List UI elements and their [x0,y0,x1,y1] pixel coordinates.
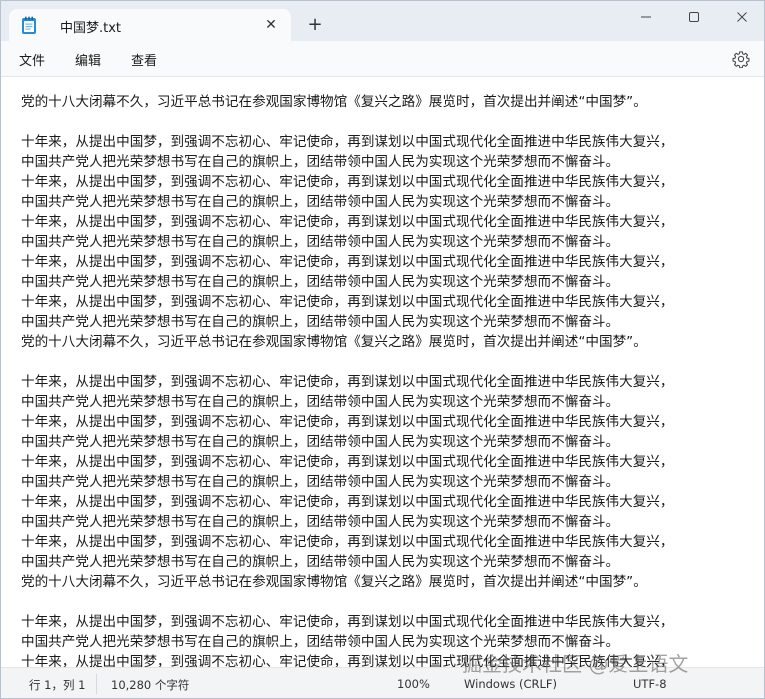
text-line: 十年来，从提出中国梦，到强调不忘初心、牢记使命，再到谋划以中国式现代化全面推进中… [21,174,674,190]
close-icon [737,12,747,22]
notepad-window: 中国梦.txt ✕ + 文件 编辑 查看 党的十八大闭幕不久，习近平总书记在参观… [0,0,765,699]
text-line: 十年来，从提出中国梦，到强调不忘初心、牢记使命，再到谋划以中国式现代化全面推进中… [21,614,674,630]
text-line: 中国共产党人把光荣梦想书写在自己的旗帜上，团结带领中国人民为实现这个光荣梦想而不… [21,314,620,330]
status-divider [96,674,97,694]
text-line: 中国共产党人把光荣梦想书写在自己的旗帜上，团结带领中国人民为实现这个光荣梦想而不… [21,474,620,490]
text-line: 十年来，从提出中国梦，到强调不忘初心、牢记使命，再到谋划以中国式现代化全面推进中… [21,654,674,667]
document-text: 党的十八大闭幕不久，习近平总书记在参观国家博物馆《复兴之路》展览时，首次提出并阐… [21,92,756,667]
text-line: 十年来，从提出中国梦，到强调不忘初心、牢记使命，再到谋划以中国式现代化全面推进中… [21,414,674,430]
text-line: 中国共产党人把光荣梦想书写在自己的旗帜上，团结带领中国人民为实现这个光荣梦想而不… [21,634,620,650]
text-line: 党的十八大闭幕不久，习近平总书记在参观国家博物馆《复兴之路》展览时，首次提出并阐… [21,94,647,110]
text-line: 党的十八大闭幕不久，习近平总书记在参观国家博物馆《复兴之路》展览时，首次提出并阐… [21,334,647,350]
text-line [21,112,756,132]
text-line: 十年来，从提出中国梦，到强调不忘初心、牢记使命，再到谋划以中国式现代化全面推进中… [21,134,674,150]
text-line [21,352,756,372]
notepad-icon [21,16,37,35]
close-window-button[interactable] [719,1,764,33]
text-line: 中国共产党人把光荣梦想书写在自己的旗帜上，团结带领中国人民为实现这个光荣梦想而不… [21,434,620,450]
text-line: 中国共产党人把光荣梦想书写在自己的旗帜上，团结带领中国人民为实现这个光荣梦想而不… [21,234,620,250]
text-editor[interactable]: 党的十八大闭幕不久，习近平总书记在参观国家博物馆《复兴之路》展览时，首次提出并阐… [1,78,764,667]
text-line: 中国共产党人把光荣梦想书写在自己的旗帜上，团结带领中国人民为实现这个光荣梦想而不… [21,514,620,530]
text-line: 十年来，从提出中国梦，到强调不忘初心、牢记使命，再到谋划以中国式现代化全面推进中… [21,374,674,390]
menu-bar: 文件 编辑 查看 [1,41,764,77]
text-line [21,592,756,612]
tab-title: 中国梦.txt [60,21,122,36]
document-tab[interactable]: 中国梦.txt ✕ [9,9,291,41]
text-line: 十年来，从提出中国梦，到强调不忘初心、牢记使命，再到谋划以中国式现代化全面推进中… [21,254,674,270]
gear-icon[interactable] [732,50,750,69]
text-line: 党的十八大闭幕不久，习近平总书记在参观国家博物馆《复兴之路》展览时，首次提出并阐… [21,574,647,590]
text-line: 十年来，从提出中国梦，到强调不忘初心、牢记使命，再到谋划以中国式现代化全面推进中… [21,494,674,510]
cursor-position: 行 1，列 1 [29,678,86,692]
menu-file[interactable]: 文件 [19,50,45,69]
minimize-button[interactable] [623,1,669,33]
text-line: 中国共产党人把光荣梦想书写在自己的旗帜上，团结带领中国人民为实现这个光荣梦想而不… [21,154,620,170]
text-line: 十年来，从提出中国梦，到强调不忘初心、牢记使命，再到谋划以中国式现代化全面推进中… [21,454,674,470]
encoding[interactable]: UTF-8 [633,677,667,691]
close-tab-icon[interactable]: ✕ [261,15,281,35]
line-ending[interactable]: Windows (CRLF) [464,677,557,691]
new-tab-button[interactable]: + [304,14,326,36]
text-line: 十年来，从提出中国梦，到强调不忘初心、牢记使命，再到谋划以中国式现代化全面推进中… [21,294,674,310]
text-line: 中国共产党人把光荣梦想书写在自己的旗帜上，团结带领中国人民为实现这个光荣梦想而不… [21,194,620,210]
title-bar: 中国梦.txt ✕ + [1,1,764,41]
text-line: 中国共产党人把光荣梦想书写在自己的旗帜上，团结带领中国人民为实现这个光荣梦想而不… [21,394,620,410]
maximize-button[interactable] [671,1,717,33]
menu-view[interactable]: 查看 [131,50,157,69]
minimize-icon [641,16,651,18]
status-bar: 行 1，列 1 10,280 个字符 100% Windows (CRLF) U… [1,667,764,698]
text-line: 中国共产党人把光荣梦想书写在自己的旗帜上，团结带领中国人民为实现这个光荣梦想而不… [21,554,620,570]
menu-edit[interactable]: 编辑 [75,50,101,69]
zoom-level[interactable]: 100% [397,677,430,691]
text-line: 中国共产党人把光荣梦想书写在自己的旗帜上，团结带领中国人民为实现这个光荣梦想而不… [21,274,620,290]
character-count: 10,280 个字符 [111,678,190,692]
maximize-icon [689,12,699,22]
text-line: 十年来，从提出中国梦，到强调不忘初心、牢记使命，再到谋划以中国式现代化全面推进中… [21,534,674,550]
text-line: 十年来，从提出中国梦，到强调不忘初心、牢记使命，再到谋划以中国式现代化全面推进中… [21,214,674,230]
